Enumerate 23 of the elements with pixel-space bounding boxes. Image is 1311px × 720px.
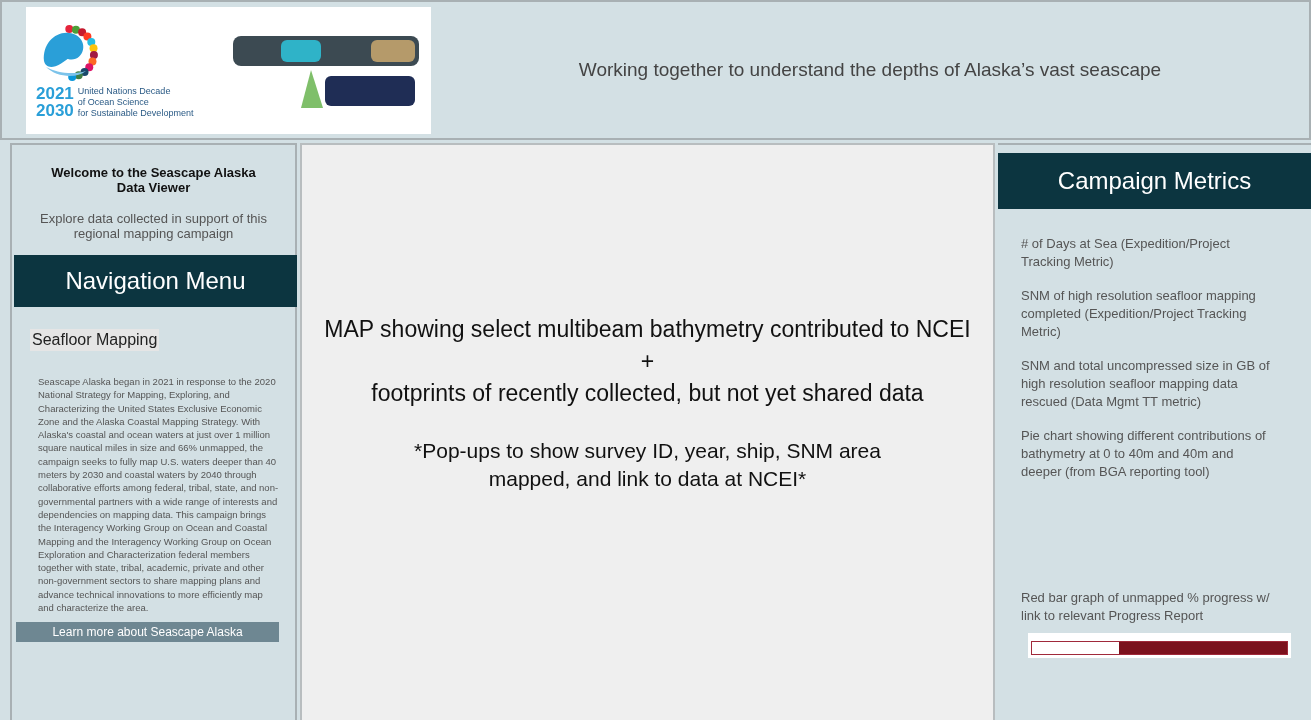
metric-description: Red bar graph of unmapped % progress w/ link to relevant Progress Report	[1021, 589, 1271, 625]
about-paragraph: Seascape Alaska began in 2021 in response to the 2020 National Strategy for Mapping, Exploring, and Characterizing the United States Exclusive Economic Zone and the Alaska Coastal Mapping Strategy. With Alaska's coastal and ocean waters at just over 1 million square nautical miles in size and 66% unmapped, the campaign seeks to fully map U.S. waters deeper than 40 meters by 2030 and coastal waters by 2040 through collaborative efforts among federal, tribal, state, and non-governmental partners with a wide range of interests and dependencies on mapping data. This campaign brings the Interagency Working Group on Ocean and Coastal Mapping and the Interagency Working Group on Ocean Exploration and Characterization federal members together with state, tribal, academic, private and other non-government sectors to share mapping plans and advance technical innovations to more efficiently map and characterize the area.	[38, 375, 279, 615]
metric-description: SNM and total uncompressed size in GB of high resolution seafloor mapping data rescued (Data Mgmt TT metric)	[1021, 357, 1271, 411]
map-placeholder-text: MAP showing select multibeam bathymetry contributed to NCEI	[324, 314, 971, 344]
welcome-text: Explore data collected in support of this regional mapping campaign	[39, 210, 268, 243]
map-placeholder-note: *Pop-ups to show survey ID, year, ship, SNM area mapped, and link to data at NCEI*	[413, 437, 882, 492]
metric-description: SNM of high resolution seafloor mapping completed (Expedition/Project Tracking Metric)	[1021, 287, 1257, 341]
welcome-title: Welcome to the Seascape Alaska Data Viewer	[50, 164, 257, 195]
metric-description: Pie chart showing different contributions of bathymetry at 0 to 40m and 40m and deeper (from BGA reporting tool)	[1021, 427, 1267, 481]
logo-text: of Ocean Science	[77, 96, 150, 108]
progress-bar[interactable]	[1028, 633, 1291, 658]
map-placeholder-text: footprints of recently collected, but not yet shared data	[371, 378, 924, 408]
metrics-title: Campaign Metrics	[998, 153, 1311, 209]
tagline: Working together to understand the depths of Alaska’s vast seascape	[577, 59, 1163, 81]
learn-more-button[interactable]: Learn more about Seascape Alaska	[16, 622, 279, 643]
logo-text: United Nations Decade	[77, 85, 172, 97]
logo-year: 2021	[36, 85, 74, 102]
logo-year: 2030	[36, 102, 74, 119]
logo-text: for Sustainable Development	[77, 107, 194, 119]
metric-description: # of Days at Sea (Expedition/Project Tracking Metric)	[1021, 235, 1231, 271]
map-placeholder-text: +	[640, 346, 655, 376]
nav-item[interactable]: Seafloor Mapping	[30, 329, 160, 351]
navigation-title: Navigation Menu	[14, 255, 297, 307]
